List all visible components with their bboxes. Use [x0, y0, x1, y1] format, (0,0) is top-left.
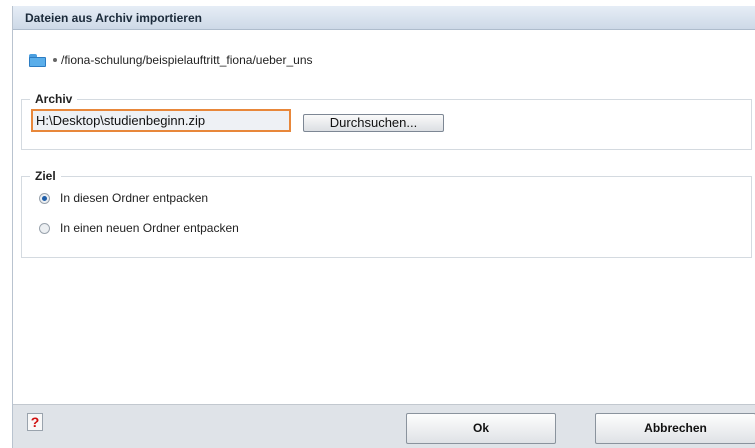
radio-extract-here[interactable]: In diesen Ordner entpacken — [39, 191, 208, 205]
current-folder-path: /fiona-schulung/beispielauftritt_fiona/u… — [29, 52, 313, 68]
path-text: /fiona-schulung/beispielauftritt_fiona/u… — [61, 53, 313, 67]
dialog-title: Dateien aus Archiv importieren — [13, 6, 755, 30]
import-archive-dialog: Dateien aus Archiv importieren /fiona-sc… — [12, 6, 755, 448]
bullet-icon — [53, 58, 57, 62]
radio-extract-new-folder[interactable]: In einen neuen Ordner entpacken — [39, 221, 239, 235]
cancel-button[interactable]: Abbrechen — [595, 413, 755, 444]
dialog-footer: ? Ok Abbrechen — [13, 404, 755, 448]
target-legend: Ziel — [35, 169, 56, 183]
radio-label-new-folder: In einen neuen Ordner entpacken — [60, 221, 239, 235]
browse-button[interactable]: Durchsuchen... — [303, 114, 444, 132]
folder-icon — [29, 53, 47, 67]
radio-button[interactable] — [39, 222, 50, 234]
target-group: Ziel — [21, 169, 752, 258]
radio-label-extract-here: In diesen Ordner entpacken — [60, 191, 209, 205]
help-icon[interactable]: ? — [27, 413, 43, 431]
archive-legend: Archiv — [35, 92, 73, 106]
ok-button[interactable]: Ok — [406, 413, 556, 444]
archive-file-input[interactable]: H:\Desktop\studienbeginn.zip — [31, 109, 291, 132]
radio-button-selected[interactable] — [39, 192, 50, 204]
